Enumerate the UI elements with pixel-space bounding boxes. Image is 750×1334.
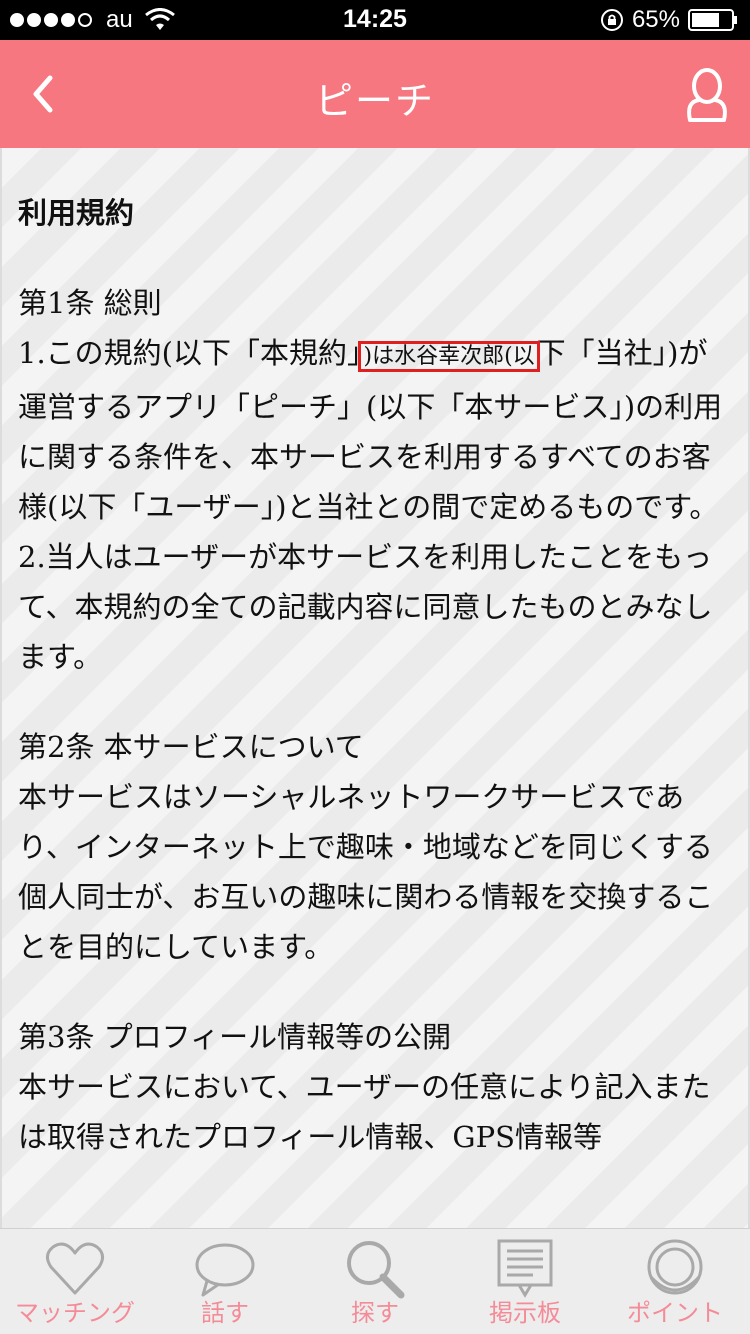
- tab-matching[interactable]: マッチング: [0, 1229, 150, 1334]
- status-right: 65%: [600, 6, 738, 34]
- tab-board-label: 掲示板: [489, 1299, 561, 1327]
- coin-icon: [647, 1239, 703, 1295]
- tab-talk[interactable]: 話す: [150, 1229, 300, 1334]
- article-3: 第3条 プロフィール情報等の公開 本サービスにおいて、ユーザーの任意により記入ま…: [18, 1012, 732, 1162]
- article-1-p1-before: 1.この規約(以下「本規約」: [18, 336, 362, 370]
- nav-bar: ピーチ: [0, 40, 750, 148]
- article-1: 第1条 総則 1.この規約(以下「本規約」)は水谷幸次郎(以下「当社」)が運営す…: [18, 278, 732, 682]
- speech-bubble-icon: [195, 1243, 255, 1297]
- article-3-title: 第3条 プロフィール情報等の公開: [18, 1020, 452, 1054]
- article-2: 第2条 本サービスについて 本サービスはソーシャルネットワークサービスであり、イ…: [18, 722, 732, 972]
- article-3-body: 本サービスにおいて、ユーザーの任意により記入または取得されたプロフィール情報、G…: [18, 1070, 711, 1154]
- tab-talk-label: 話す: [201, 1299, 249, 1327]
- rotation-lock-icon: [600, 9, 623, 31]
- tab-search[interactable]: 探す: [300, 1229, 450, 1334]
- article-1-paragraph-2: 2.当人はユーザーが本サービスを利用したことをもって、本規約の全ての記載内容に同…: [18, 540, 713, 674]
- battery-icon: [688, 9, 737, 31]
- tab-search-label: 探す: [351, 1299, 399, 1327]
- heart-icon: [46, 1242, 104, 1295]
- highlighted-company-name: )は水谷幸次郎(以: [358, 341, 540, 372]
- tab-points-label: ポイント: [627, 1299, 723, 1327]
- tab-matching-label: マッチング: [15, 1299, 135, 1327]
- profile-icon[interactable]: [682, 66, 732, 124]
- status-bar: au 14:25 65%: [0, 0, 750, 40]
- battery-percent: 65%: [631, 6, 680, 33]
- bulletin-board-icon: [497, 1239, 553, 1298]
- search-icon: [347, 1241, 405, 1299]
- article-2-title: 第2条 本サービスについて: [18, 730, 364, 764]
- tab-bar: マッチング 話す 探す 掲示板 ポイント: [0, 1228, 750, 1334]
- article-2-body: 本サービスはソーシャルネットワークサービスであり、インターネット上で趣味・地域な…: [18, 780, 714, 964]
- terms-heading: 利用規約: [18, 196, 135, 230]
- page-title: ピーチ: [314, 79, 435, 123]
- terms-content[interactable]: 利用規約 第1条 総則 1.この規約(以下「本規約」)は水谷幸次郎(以下「当社」…: [0, 148, 750, 1228]
- article-1-title: 第1条 総則: [18, 286, 162, 320]
- article-1-paragraph-1: 1.この規約(以下「本規約」)は水谷幸次郎(以下「当社」)が運営するアプリ「ピー…: [18, 328, 732, 532]
- tab-board[interactable]: 掲示板: [450, 1229, 600, 1334]
- tab-points[interactable]: ポイント: [600, 1229, 750, 1334]
